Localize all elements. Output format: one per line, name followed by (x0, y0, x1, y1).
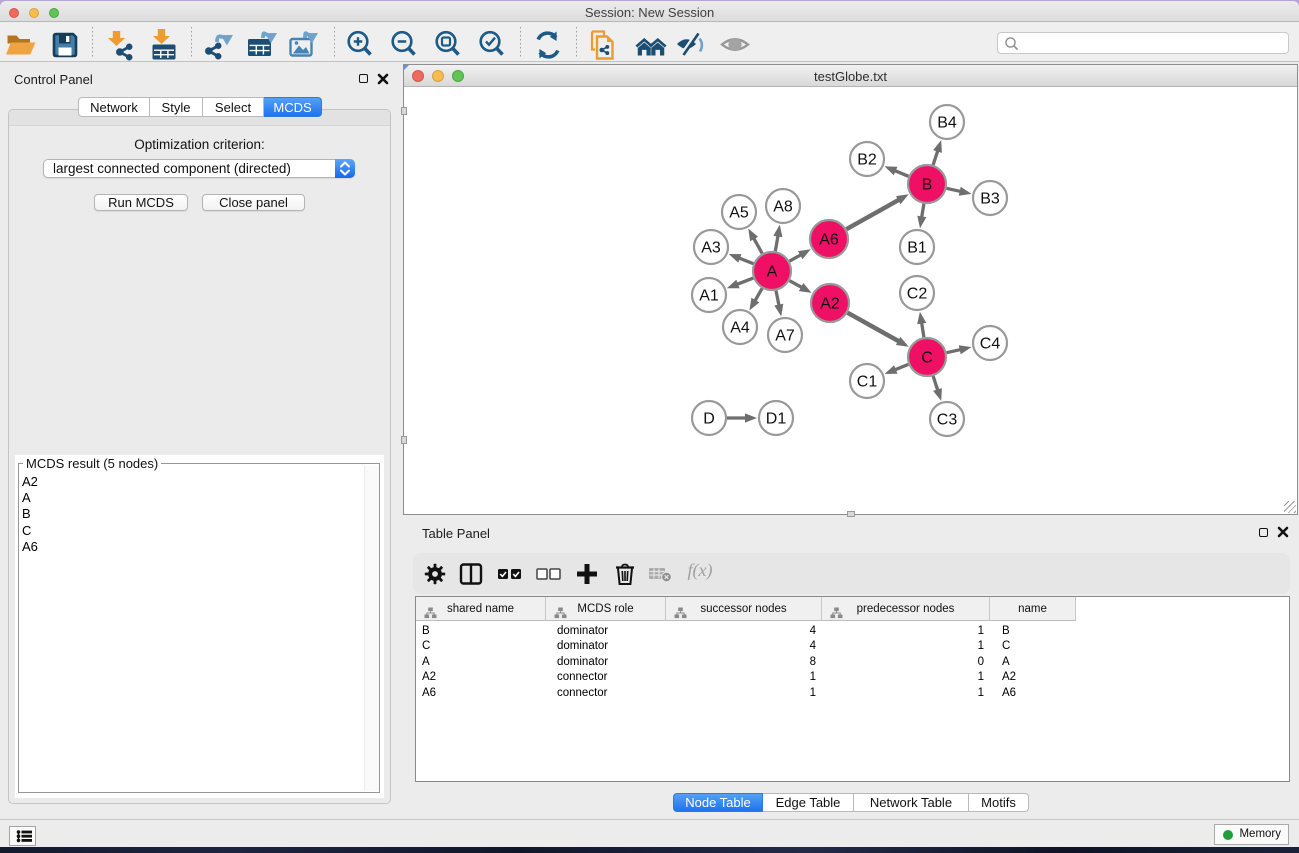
svg-text:C4: C4 (980, 336, 1001, 353)
svg-text:A: A (767, 264, 778, 281)
svg-text:D: D (703, 411, 715, 428)
svg-text:C1: C1 (857, 374, 878, 391)
svg-text:C2: C2 (907, 286, 928, 303)
svg-text:D1: D1 (766, 411, 787, 428)
svg-text:A4: A4 (730, 320, 750, 337)
svg-text:B1: B1 (907, 240, 927, 257)
svg-text:C: C (921, 350, 933, 367)
svg-text:B4: B4 (937, 115, 957, 132)
svg-text:A1: A1 (699, 288, 719, 305)
svg-text:A5: A5 (729, 205, 749, 222)
svg-text:A6: A6 (819, 232, 839, 249)
svg-text:A3: A3 (701, 240, 721, 257)
svg-text:A7: A7 (775, 328, 795, 345)
svg-text:B: B (922, 177, 933, 194)
svg-text:B2: B2 (857, 152, 877, 169)
svg-text:A2: A2 (820, 296, 840, 313)
svg-text:A8: A8 (773, 199, 793, 216)
svg-text:C3: C3 (937, 412, 958, 429)
svg-text:B3: B3 (980, 191, 1000, 208)
